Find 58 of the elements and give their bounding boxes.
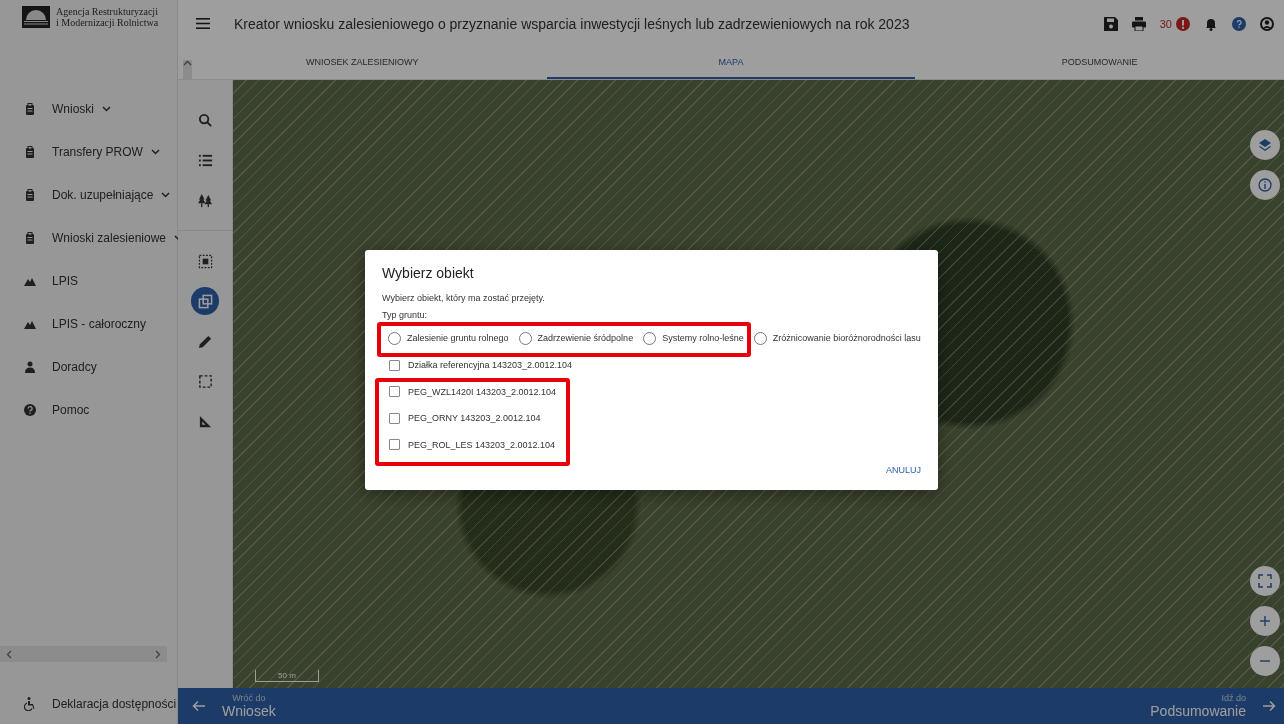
next-link[interactable]: Idź do Podsumowanie [1150, 693, 1276, 719]
dotted-square-icon [197, 253, 213, 269]
radio-option[interactable]: Zalesienie gruntu rolnego [388, 328, 509, 348]
layers-icon [1258, 138, 1272, 152]
arrow-left-icon [192, 699, 206, 713]
page-title: Kreator wniosku zalesieniowego o przyznanie wsparcia inwestycji leśnych lub zadrzewieniowych na rok 2023 [234, 15, 911, 32]
pencil-icon [197, 333, 213, 349]
clipboard-icon [24, 188, 36, 201]
tool-button[interactable] [191, 287, 219, 315]
search-icon [197, 112, 213, 128]
logo-icon [22, 6, 50, 28]
cancel-button[interactable]: ANULUJ [886, 461, 921, 479]
menu-icon [196, 18, 210, 29]
chevron-left-icon [6, 649, 12, 659]
alert-icon [1176, 16, 1190, 31]
arrow-right-icon [1262, 699, 1276, 713]
chevron-right-icon [155, 649, 161, 659]
back-link[interactable]: Wróć do Wniosek [192, 693, 276, 719]
plus-icon [1258, 614, 1272, 628]
checkbox-option[interactable]: PEG_ROL_LES 143203_2.0012.104 [389, 431, 556, 458]
clipboard-icon [24, 231, 36, 244]
alert-count: 30 [1159, 17, 1172, 30]
help-icon [24, 403, 36, 416]
dialog-title: Wybierz obiekt [382, 264, 475, 282]
selection-rectangle-icon [197, 373, 213, 389]
radio-option[interactable]: Zróżnicowanie bioróżnorodności lasu [753, 328, 921, 348]
info-button[interactable] [1250, 170, 1280, 200]
help-icon [1232, 16, 1246, 31]
person-icon [24, 360, 36, 373]
field-label: Typ gruntu: [382, 310, 429, 320]
wheelchair-icon [24, 697, 36, 711]
chevron-up-icon [183, 60, 193, 66]
checkbox-option[interactable]: PEG_ORNY 143203_2.0012.104 [389, 405, 541, 432]
printer-icon [1131, 16, 1146, 31]
clipboard-icon [24, 145, 36, 158]
zoom-out-button[interactable] [1250, 646, 1280, 676]
save-icon [1103, 16, 1118, 31]
horizontal-scrollbar[interactable] [0, 646, 167, 662]
ruler-triangle-icon [197, 413, 213, 429]
list-icon [197, 152, 213, 168]
account-icon [1260, 16, 1274, 31]
fullscreen-icon [1258, 574, 1272, 588]
zoom-in-button[interactable] [1250, 606, 1280, 636]
radio-option[interactable]: Systemy rolno-leśne [643, 328, 744, 348]
bell-icon [1204, 16, 1218, 31]
agency-name: Agencja Restrukturyzacji i Modernizacji Rolnictwa [56, 6, 159, 28]
radio-option[interactable]: Zadrzewienie śródpolne [518, 328, 634, 348]
dialog-description: Wybierz obiekt, który ma zostać przejęty. [382, 292, 546, 304]
fullscreen-button[interactable] [1250, 566, 1280, 596]
tab[interactable]: PODSUMOWANIE [915, 47, 1284, 79]
info-icon [1258, 178, 1272, 192]
accessibility-link[interactable]: Deklaracja dostępności [52, 697, 177, 711]
copy-icon [197, 293, 213, 309]
tab[interactable]: WNIOSEK ZALESIENIOWY [178, 47, 547, 79]
scale-bar: 50 m [255, 670, 319, 682]
trees-icon [197, 192, 213, 208]
clipboard-icon [24, 102, 36, 115]
layers-button[interactable] [1250, 130, 1280, 160]
